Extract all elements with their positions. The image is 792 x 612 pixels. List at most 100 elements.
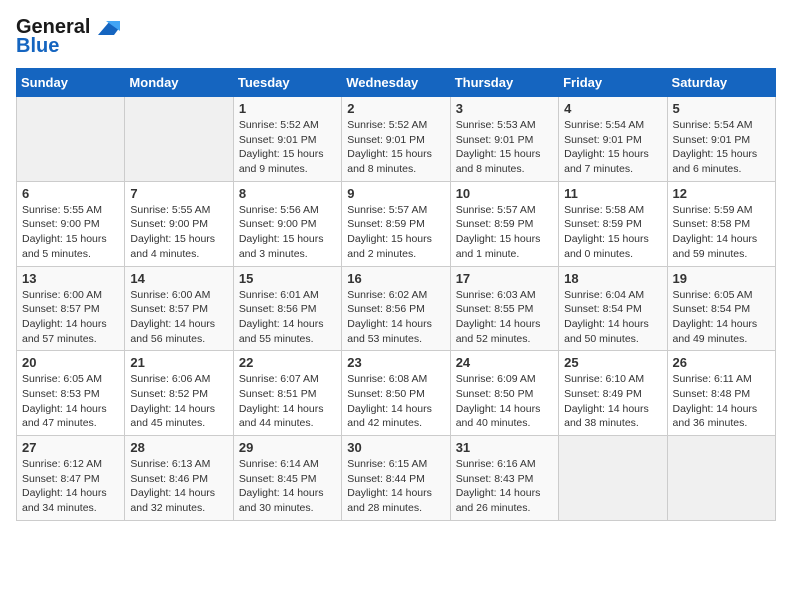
day-info: Sunrise: 6:03 AMSunset: 8:55 PMDaylight:…: [456, 288, 553, 347]
day-info: Sunrise: 6:04 AMSunset: 8:54 PMDaylight:…: [564, 288, 661, 347]
day-info: Sunrise: 5:54 AMSunset: 9:01 PMDaylight:…: [673, 118, 770, 177]
day-number: 23: [347, 355, 444, 370]
day-number: 31: [456, 440, 553, 455]
day-number: 29: [239, 440, 336, 455]
day-info: Sunrise: 6:05 AMSunset: 8:53 PMDaylight:…: [22, 372, 119, 431]
day-info: Sunrise: 6:12 AMSunset: 8:47 PMDaylight:…: [22, 457, 119, 516]
day-number: 18: [564, 271, 661, 286]
day-number: 5: [673, 101, 770, 116]
calendar-week-3: 13 Sunrise: 6:00 AMSunset: 8:57 PMDayligh…: [17, 266, 776, 351]
logo-blue: Blue: [16, 35, 59, 58]
calendar-cell: 26 Sunrise: 6:11 AMSunset: 8:48 PMDayligh…: [667, 351, 775, 436]
calendar-cell: 5 Sunrise: 5:54 AMSunset: 9:01 PMDaylight…: [667, 97, 775, 182]
weekday-header-saturday: Saturday: [667, 69, 775, 97]
day-info: Sunrise: 5:57 AMSunset: 8:59 PMDaylight:…: [456, 203, 553, 262]
calendar-cell: 17 Sunrise: 6:03 AMSunset: 8:55 PMDayligh…: [450, 266, 558, 351]
day-info: Sunrise: 6:10 AMSunset: 8:49 PMDaylight:…: [564, 372, 661, 431]
day-info: Sunrise: 6:00 AMSunset: 8:57 PMDaylight:…: [130, 288, 227, 347]
day-info: Sunrise: 6:16 AMSunset: 8:43 PMDaylight:…: [456, 457, 553, 516]
day-info: Sunrise: 5:54 AMSunset: 9:01 PMDaylight:…: [564, 118, 661, 177]
day-number: 20: [22, 355, 119, 370]
calendar-cell: 23Sunrise: 6:08 AMSunset: 8:50 PMDayligh…: [342, 351, 450, 436]
day-number: 4: [564, 101, 661, 116]
calendar-table: SundayMondayTuesdayWednesdayThursdayFrid…: [16, 68, 776, 521]
day-number: 7: [130, 186, 227, 201]
calendar-cell: 20 Sunrise: 6:05 AMSunset: 8:53 PMDayligh…: [17, 351, 125, 436]
day-info: Sunrise: 6:11 AMSunset: 8:48 PMDaylight:…: [673, 372, 770, 431]
calendar-cell: 19 Sunrise: 6:05 AMSunset: 8:54 PMDayligh…: [667, 266, 775, 351]
calendar-cell: 8 Sunrise: 5:56 AMSunset: 9:00 PMDaylight…: [233, 181, 341, 266]
calendar-cell: 18 Sunrise: 6:04 AMSunset: 8:54 PMDayligh…: [559, 266, 667, 351]
calendar-week-2: 6Sunrise: 5:55 AMSunset: 9:00 PMDaylight…: [17, 181, 776, 266]
calendar-cell: 21 Sunrise: 6:06 AMSunset: 8:52 PMDayligh…: [125, 351, 233, 436]
day-number: 11: [564, 186, 661, 201]
day-info: Sunrise: 5:52 AMSunset: 9:01 PMDaylight:…: [239, 118, 336, 177]
day-info: Sunrise: 6:09 AMSunset: 8:50 PMDaylight:…: [456, 372, 553, 431]
day-number: 14: [130, 271, 227, 286]
day-number: 26: [673, 355, 770, 370]
calendar-cell: 24 Sunrise: 6:09 AMSunset: 8:50 PMDayligh…: [450, 351, 558, 436]
calendar-cell: 30Sunrise: 6:15 AMSunset: 8:44 PMDayligh…: [342, 436, 450, 521]
weekday-header-tuesday: Tuesday: [233, 69, 341, 97]
day-number: 19: [673, 271, 770, 286]
day-number: 24: [456, 355, 553, 370]
day-info: Sunrise: 6:07 AMSunset: 8:51 PMDaylight:…: [239, 372, 336, 431]
calendar-cell: 31 Sunrise: 6:16 AMSunset: 8:43 PMDayligh…: [450, 436, 558, 521]
day-number: 9: [347, 186, 444, 201]
calendar-cell: 25 Sunrise: 6:10 AMSunset: 8:49 PMDayligh…: [559, 351, 667, 436]
day-info: Sunrise: 5:56 AMSunset: 9:00 PMDaylight:…: [239, 203, 336, 262]
day-info: Sunrise: 5:55 AMSunset: 9:00 PMDaylight:…: [130, 203, 227, 262]
day-number: 13: [22, 271, 119, 286]
calendar-cell: 11 Sunrise: 5:58 AMSunset: 8:59 PMDayligh…: [559, 181, 667, 266]
day-info: Sunrise: 6:05 AMSunset: 8:54 PMDaylight:…: [673, 288, 770, 347]
logo: General Blue: [16, 16, 120, 58]
page-header: General Blue: [16, 16, 776, 58]
day-number: 17: [456, 271, 553, 286]
day-info: Sunrise: 5:52 AMSunset: 9:01 PMDaylight:…: [347, 118, 444, 177]
day-info: Sunrise: 5:59 AMSunset: 8:58 PMDaylight:…: [673, 203, 770, 262]
day-info: Sunrise: 5:58 AMSunset: 8:59 PMDaylight:…: [564, 203, 661, 262]
weekday-header-thursday: Thursday: [450, 69, 558, 97]
calendar-cell: 12 Sunrise: 5:59 AMSunset: 8:58 PMDayligh…: [667, 181, 775, 266]
day-number: 12: [673, 186, 770, 201]
calendar-cell: 6Sunrise: 5:55 AMSunset: 9:00 PMDaylight…: [17, 181, 125, 266]
day-number: 21: [130, 355, 227, 370]
weekday-header-friday: Friday: [559, 69, 667, 97]
calendar-cell: 27 Sunrise: 6:12 AMSunset: 8:47 PMDayligh…: [17, 436, 125, 521]
day-number: 3: [456, 101, 553, 116]
calendar-cell: 15Sunrise: 6:01 AMSunset: 8:56 PMDayligh…: [233, 266, 341, 351]
day-info: Sunrise: 5:55 AMSunset: 9:00 PMDaylight:…: [22, 203, 119, 262]
calendar-cell: [559, 436, 667, 521]
day-number: 16: [347, 271, 444, 286]
day-number: 25: [564, 355, 661, 370]
calendar-cell: 10 Sunrise: 5:57 AMSunset: 8:59 PMDayligh…: [450, 181, 558, 266]
day-number: 2: [347, 101, 444, 116]
calendar-cell: 9 Sunrise: 5:57 AMSunset: 8:59 PMDaylight…: [342, 181, 450, 266]
calendar-cell: 14 Sunrise: 6:00 AMSunset: 8:57 PMDayligh…: [125, 266, 233, 351]
calendar-cell: [17, 97, 125, 182]
calendar-week-4: 20 Sunrise: 6:05 AMSunset: 8:53 PMDayligh…: [17, 351, 776, 436]
day-number: 1: [239, 101, 336, 116]
calendar-week-5: 27 Sunrise: 6:12 AMSunset: 8:47 PMDayligh…: [17, 436, 776, 521]
day-info: Sunrise: 6:14 AMSunset: 8:45 PMDaylight:…: [239, 457, 336, 516]
day-number: 22: [239, 355, 336, 370]
day-info: Sunrise: 6:06 AMSunset: 8:52 PMDaylight:…: [130, 372, 227, 431]
day-info: Sunrise: 5:57 AMSunset: 8:59 PMDaylight:…: [347, 203, 444, 262]
calendar-cell: 16 Sunrise: 6:02 AMSunset: 8:56 PMDayligh…: [342, 266, 450, 351]
day-info: Sunrise: 6:01 AMSunset: 8:56 PMDaylight:…: [239, 288, 336, 347]
day-number: 27: [22, 440, 119, 455]
weekday-header-row: SundayMondayTuesdayWednesdayThursdayFrid…: [17, 69, 776, 97]
day-number: 10: [456, 186, 553, 201]
calendar-cell: 7 Sunrise: 5:55 AMSunset: 9:00 PMDaylight…: [125, 181, 233, 266]
day-info: Sunrise: 6:13 AMSunset: 8:46 PMDaylight:…: [130, 457, 227, 516]
logo-icon: [92, 17, 120, 39]
calendar-cell: 28 Sunrise: 6:13 AMSunset: 8:46 PMDayligh…: [125, 436, 233, 521]
day-number: 28: [130, 440, 227, 455]
day-info: Sunrise: 6:02 AMSunset: 8:56 PMDaylight:…: [347, 288, 444, 347]
calendar-cell: 3Sunrise: 5:53 AMSunset: 9:01 PMDaylight…: [450, 97, 558, 182]
day-number: 8: [239, 186, 336, 201]
calendar-week-1: 1 Sunrise: 5:52 AMSunset: 9:01 PMDaylight…: [17, 97, 776, 182]
calendar-cell: 4 Sunrise: 5:54 AMSunset: 9:01 PMDaylight…: [559, 97, 667, 182]
day-number: 30: [347, 440, 444, 455]
weekday-header-sunday: Sunday: [17, 69, 125, 97]
